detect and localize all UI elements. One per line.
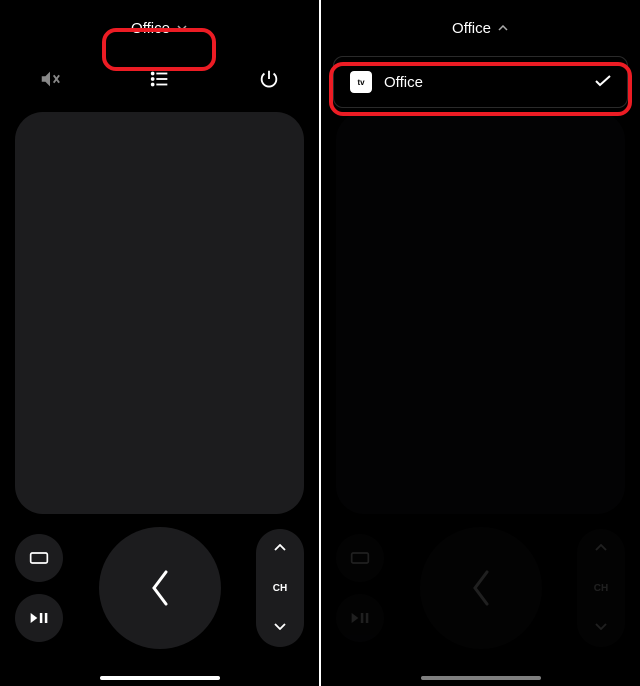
- device-selector[interactable]: Office: [438, 12, 523, 45]
- channel-down-button[interactable]: [274, 622, 286, 633]
- bottom-controls: CH: [0, 518, 319, 658]
- device-option[interactable]: tv Office: [334, 57, 627, 107]
- channel-label: CH: [273, 583, 287, 594]
- tv-button[interactable]: [15, 534, 63, 582]
- chevron-up-icon: [497, 22, 509, 34]
- trackpad[interactable]: [15, 112, 304, 514]
- channel-rocker: CH: [256, 529, 304, 647]
- modal-overlay[interactable]: [321, 56, 640, 686]
- device-name: Office: [452, 20, 491, 37]
- list-icon[interactable]: [140, 59, 180, 99]
- device-dropdown: tv Office: [333, 56, 628, 108]
- header: Office: [0, 0, 319, 56]
- device-name: Office: [131, 20, 170, 37]
- home-indicator[interactable]: [100, 676, 220, 680]
- remote-screen-collapsed: Office: [0, 0, 319, 686]
- checkmark-icon: [595, 74, 611, 91]
- chevron-down-icon: [176, 22, 188, 34]
- channel-up-button[interactable]: [274, 543, 286, 554]
- mute-icon[interactable]: [30, 59, 70, 99]
- remote-screen-expanded: Office: [321, 0, 640, 686]
- left-button-column: [15, 534, 63, 642]
- device-selector[interactable]: Office: [117, 12, 202, 45]
- play-pause-button[interactable]: [15, 594, 63, 642]
- toolbar: [0, 56, 319, 102]
- power-icon[interactable]: [249, 59, 289, 99]
- device-option-label: Office: [384, 74, 423, 91]
- apple-tv-icon: tv: [350, 71, 372, 93]
- back-button[interactable]: [99, 527, 221, 649]
- header: Office: [321, 0, 640, 56]
